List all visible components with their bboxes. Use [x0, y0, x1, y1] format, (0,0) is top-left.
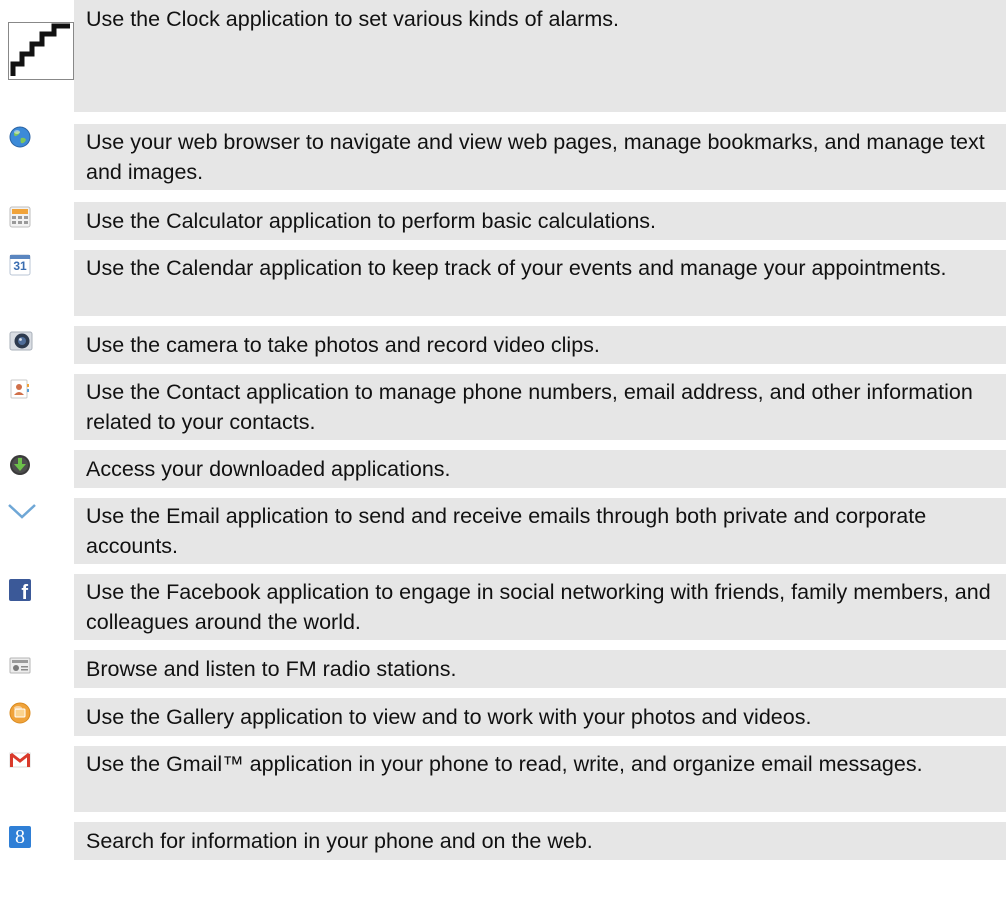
row-description: Use the Gallery application to view and …: [86, 705, 812, 729]
text-cell: Use the Calendar application to keep tra…: [74, 250, 1006, 316]
icon-cell: [0, 124, 70, 190]
text-cell: Use the camera to take photos and record…: [74, 326, 1006, 364]
icon-cell: [0, 498, 70, 564]
table-row: Access your downloaded applications.: [0, 450, 1006, 488]
icon-cell: 31: [0, 250, 70, 316]
row-description: Use the Clock application to set various…: [86, 7, 619, 31]
icon-cell: [0, 746, 70, 812]
row-description: Browse and listen to FM radio stations.: [86, 657, 457, 681]
table-row: Use the Calculator application to perfor…: [0, 202, 1006, 240]
google-search-icon-letter: 8: [15, 826, 25, 848]
row-description: Access your downloaded applications.: [86, 457, 451, 481]
row-description: Use the camera to take photos and record…: [86, 333, 600, 357]
text-cell: Use the Calculator application to perfor…: [74, 202, 1006, 240]
camera-icon: [9, 331, 33, 351]
table-row: 8 Search for information in your phone a…: [0, 822, 1006, 860]
table-row: Use the Clock application to set various…: [0, 0, 1006, 112]
text-cell: Browse and listen to FM radio stations.: [74, 650, 1006, 688]
contacts-icon: [10, 379, 29, 399]
text-cell: Use the Facebook application to engage i…: [74, 574, 1006, 640]
text-cell: Search for information in your phone and…: [74, 822, 1006, 860]
globe-icon: [9, 126, 31, 148]
radio-icon: [9, 657, 31, 674]
icon-cell: [0, 326, 70, 364]
table-row: Use the Email application to send and re…: [0, 498, 1006, 564]
table-row: Use the Contact application to manage ph…: [0, 374, 1006, 440]
calendar-icon-number: 31: [13, 259, 27, 273]
row-description: Use the Calculator application to perfor…: [86, 209, 657, 233]
icon-cell: f: [0, 574, 70, 640]
calendar-icon: 31: [9, 254, 31, 276]
row-description: Search for information in your phone and…: [86, 829, 593, 853]
gallery-icon: [9, 702, 31, 724]
text-cell: Use the Contact application to manage ph…: [74, 374, 1006, 440]
row-description: Use your web browser to navigate and vie…: [86, 130, 985, 184]
icon-cell: [0, 374, 70, 440]
table-row: 31 Use the Calendar application to keep …: [0, 250, 1006, 316]
google-search-icon: 8: [9, 826, 31, 848]
icon-cell: 8: [0, 822, 70, 860]
table-row: f Use the Facebook application to engage…: [0, 574, 1006, 640]
row-description: Use the Contact application to manage ph…: [86, 380, 973, 434]
text-cell: Use the Gallery application to view and …: [74, 698, 1006, 736]
gmail-icon: [9, 752, 31, 768]
row-description: Use the Gmail™ application in your phone…: [86, 752, 923, 776]
icon-cell: [0, 650, 70, 688]
table-row: Browse and listen to FM radio stations.: [0, 650, 1006, 688]
table-row: Use the camera to take photos and record…: [0, 326, 1006, 364]
icon-cell: [0, 698, 70, 736]
stairs-icon: [8, 22, 74, 80]
text-cell: Use your web browser to navigate and vie…: [74, 124, 1006, 190]
icon-cell: [0, 450, 70, 488]
table-row: Use the Gmail™ application in your phone…: [0, 746, 1006, 812]
calculator-icon: [9, 206, 31, 228]
download-icon: [10, 455, 30, 475]
table-row: Use the Gallery application to view and …: [0, 698, 1006, 736]
row-description: Use the Calendar application to keep tra…: [86, 256, 947, 280]
email-icon: [8, 504, 36, 519]
text-cell: Access your downloaded applications.: [74, 450, 1006, 488]
facebook-icon-letter: f: [21, 582, 28, 601]
row-description: Use the Email application to send and re…: [86, 504, 927, 558]
table-row: Use your web browser to navigate and vie…: [0, 124, 1006, 190]
icon-cell: [0, 0, 74, 112]
text-cell: Use the Email application to send and re…: [74, 498, 1006, 564]
row-description: Use the Facebook application to engage i…: [86, 580, 991, 634]
text-cell: Use the Clock application to set various…: [74, 0, 1006, 112]
facebook-icon: f: [9, 579, 31, 601]
icon-cell: [0, 202, 70, 240]
text-cell: Use the Gmail™ application in your phone…: [74, 746, 1006, 812]
